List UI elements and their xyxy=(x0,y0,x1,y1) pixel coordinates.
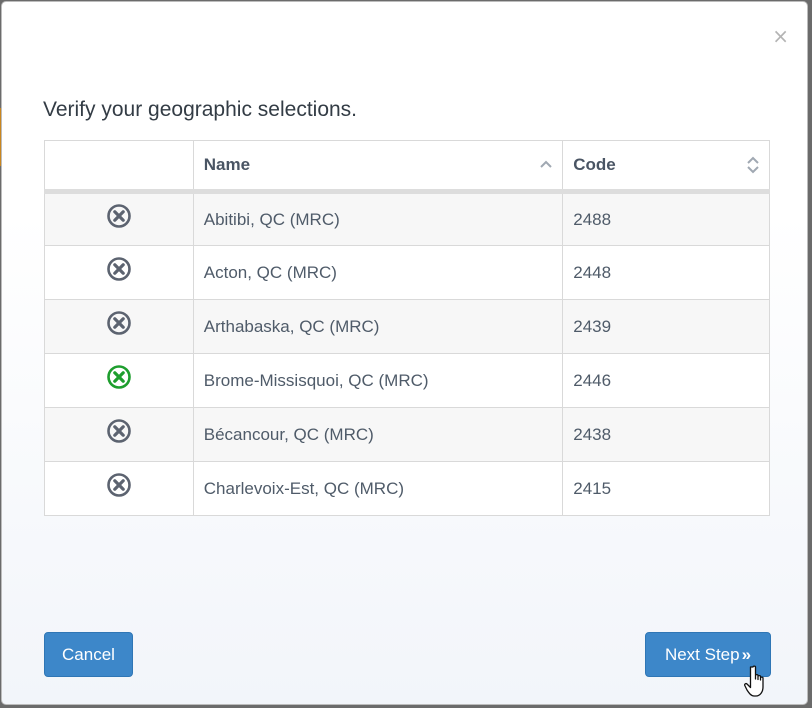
table-row: Brome-Missisquoi, QC (MRC) 2446 xyxy=(44,353,770,408)
table-row: Charlevoix-Est, QC (MRC) 2415 xyxy=(44,461,770,516)
table-row: Acton, QC (MRC) 2448 xyxy=(44,245,770,300)
double-chevron-right-icon: » xyxy=(741,645,752,664)
remove-circle-icon[interactable] xyxy=(106,472,132,498)
row-name: Acton, QC (MRC) xyxy=(192,245,564,300)
cancel-button[interactable]: Cancel xyxy=(44,632,133,677)
remove-cell xyxy=(44,299,194,354)
column-header-code-label: Code xyxy=(573,155,616,174)
table-row: Abitibi, QC (MRC) 2488 xyxy=(44,191,770,246)
row-name: Abitibi, QC (MRC) xyxy=(192,191,564,246)
modal-title: Verify your geographic selections. xyxy=(43,98,358,121)
table-row: Bécancour, QC (MRC) 2438 xyxy=(44,407,770,462)
remove-circle-icon[interactable] xyxy=(106,203,132,229)
table-header-row: Name Code xyxy=(44,140,770,194)
remove-circle-icon[interactable] xyxy=(106,418,132,444)
close-icon[interactable]: × xyxy=(772,26,789,46)
remove-cell xyxy=(44,407,194,462)
verify-selections-modal: × Verify your geographic selections. Nam… xyxy=(1,1,808,705)
remove-cell xyxy=(44,461,194,516)
row-name: Bécancour, QC (MRC) xyxy=(192,407,564,462)
row-code: 2448 xyxy=(562,245,770,300)
remove-cell xyxy=(44,191,194,246)
column-header-name-label: Name xyxy=(203,155,251,174)
remove-cell xyxy=(44,245,194,300)
remove-circle-icon[interactable] xyxy=(106,364,132,390)
row-name: Arthabaska, QC (MRC) xyxy=(192,299,564,354)
table-row: Arthabaska, QC (MRC) 2439 xyxy=(44,299,770,354)
remove-circle-icon[interactable] xyxy=(106,256,132,282)
column-header-code[interactable]: Code xyxy=(562,140,770,194)
cancel-button-label: Cancel xyxy=(62,645,115,664)
row-code: 2488 xyxy=(562,191,770,246)
sort-unsorted-icon xyxy=(747,155,759,175)
column-header-name[interactable]: Name xyxy=(192,140,564,194)
remove-circle-icon[interactable] xyxy=(106,310,132,336)
sort-ascending-icon xyxy=(540,160,552,170)
remove-cell xyxy=(44,353,194,408)
row-code: 2446 xyxy=(562,353,770,408)
row-name: Charlevoix-Est, QC (MRC) xyxy=(192,461,564,516)
row-code: 2438 xyxy=(562,407,770,462)
row-code: 2415 xyxy=(562,461,770,516)
selections-table: Name Code Abitibi, QC (MRC) 2488 Acton, QC… xyxy=(44,140,770,516)
next-step-button-label: Next Step xyxy=(664,645,740,664)
row-name: Brome-Missisquoi, QC (MRC) xyxy=(192,353,564,408)
row-code: 2439 xyxy=(562,299,770,354)
column-header-icon xyxy=(44,140,194,194)
pointer-hand-cursor-icon xyxy=(744,665,764,697)
